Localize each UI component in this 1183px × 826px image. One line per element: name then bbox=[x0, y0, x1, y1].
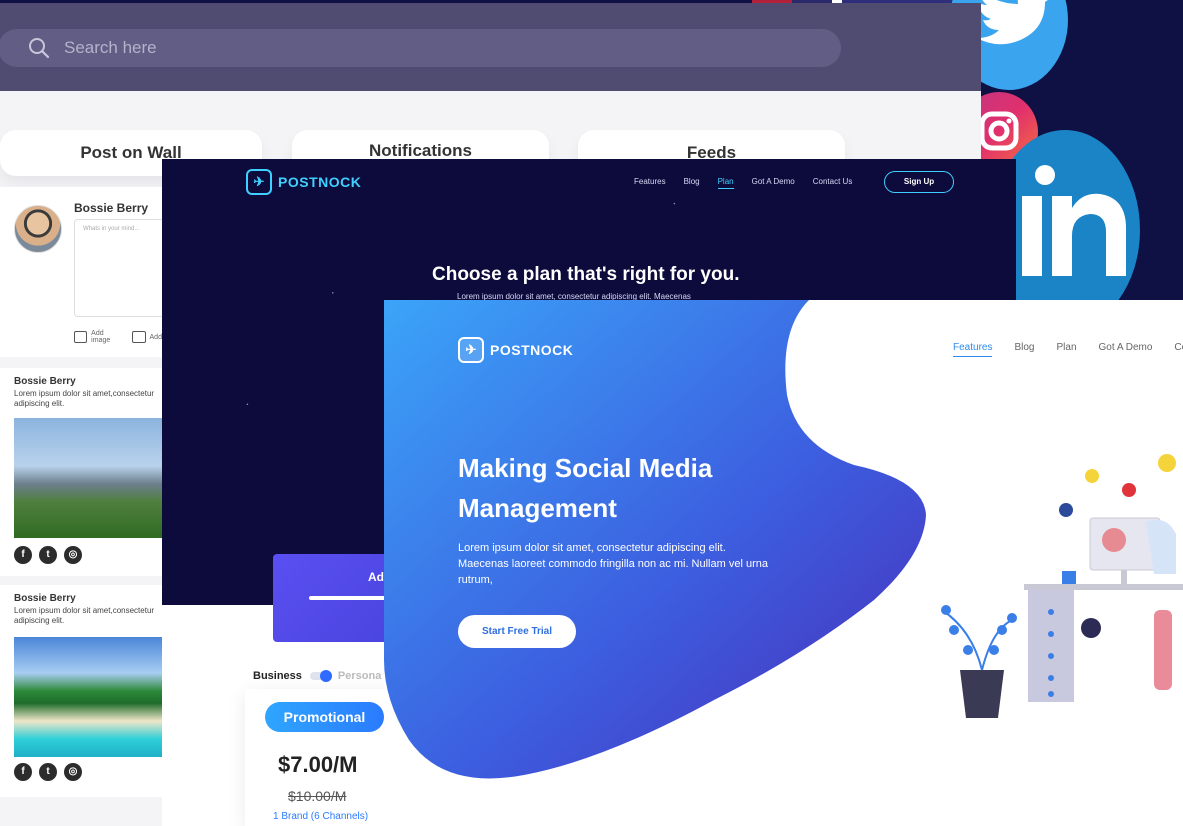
avatar bbox=[14, 205, 62, 253]
post-textarea-placeholder: Whats in your mind... bbox=[83, 226, 140, 232]
image-icon bbox=[74, 331, 88, 343]
emoji-icon bbox=[1158, 454, 1176, 472]
compose-post: Bossie Berry Whats in your mind... Add i… bbox=[0, 187, 169, 357]
nav-blog[interactable]: Blog bbox=[1014, 342, 1034, 357]
search-input[interactable]: Search here bbox=[64, 38, 157, 58]
post-photo bbox=[14, 637, 162, 757]
sign-up-button[interactable]: Sign Up bbox=[884, 171, 954, 193]
hero-title: Making Social Media Management bbox=[458, 453, 713, 523]
billing-toggle: Business Persona bbox=[253, 670, 381, 682]
share-icons: f t ◎ bbox=[14, 546, 82, 564]
messenger-icon bbox=[1059, 503, 1073, 517]
add-video-label: Add bbox=[149, 333, 162, 341]
post-photo bbox=[14, 418, 162, 538]
plan-price: $7.00/M bbox=[278, 752, 358, 777]
desk-illustration bbox=[941, 454, 1183, 718]
landing-page: ✈ POSTNOCK Features Blog Plan Got A Demo… bbox=[384, 300, 1183, 826]
nav-features[interactable]: Features bbox=[634, 177, 666, 189]
post-text: Lorem ipsum dolor sit amet,consectetur a… bbox=[14, 389, 155, 408]
toggle-personal[interactable]: Persona bbox=[338, 670, 381, 682]
nav-plan[interactable]: Plan bbox=[717, 177, 734, 189]
postnock-logo[interactable]: ✈ POSTNOCK bbox=[458, 337, 573, 363]
messenger-icon bbox=[1081, 618, 1101, 638]
plan-badge: Promotional bbox=[265, 702, 384, 732]
twitter-icon[interactable]: t bbox=[39, 763, 57, 781]
list-item: Bossie Berry Lorem ipsum dolor sit amet,… bbox=[0, 585, 162, 797]
logo-text: POSTNOCK bbox=[278, 174, 362, 190]
search-bar[interactable]: Search here bbox=[0, 29, 841, 67]
nav-contact[interactable]: Contact Us bbox=[813, 177, 853, 189]
logo-icon: ✈ bbox=[458, 337, 484, 363]
pricing-nav: Features Blog Plan Got A Demo Contact Us bbox=[634, 177, 870, 189]
plan-old-price: $10.00/M bbox=[288, 788, 347, 804]
logo-text: POSTNOCK bbox=[490, 342, 574, 358]
nav-blog[interactable]: Blog bbox=[684, 177, 700, 189]
facebook-icon[interactable]: f bbox=[14, 763, 32, 781]
hero-nav: Features Blog Plan Got A Demo Co bbox=[953, 342, 1183, 357]
video-icon bbox=[132, 331, 146, 343]
nav-features[interactable]: Features bbox=[953, 342, 993, 357]
post-text: Lorem ipsum dolor sit amet,consectetur a… bbox=[14, 606, 155, 625]
add-image-label: Add image bbox=[91, 330, 111, 344]
toggle-business[interactable]: Business bbox=[253, 670, 302, 682]
facebook-icon[interactable]: f bbox=[14, 546, 32, 564]
toggle-switch[interactable] bbox=[309, 670, 332, 682]
post-textarea[interactable]: Whats in your mind... bbox=[74, 219, 169, 317]
add-card-label: Ad bbox=[368, 570, 384, 584]
nav-demo[interactable]: Got A Demo bbox=[752, 177, 795, 189]
postnock-logo[interactable]: ✈ POSTNOCK bbox=[246, 169, 361, 195]
nav-plan[interactable]: Plan bbox=[1056, 342, 1076, 357]
instagram-icon[interactable]: ◎ bbox=[64, 763, 82, 781]
pricing-headline: Choose a plan that's right for you. bbox=[432, 264, 740, 285]
plan-card: Promotional $7.00/M $10.00/M 1 Brand (6 … bbox=[245, 689, 405, 826]
add-image-button[interactable]: Add image Add bbox=[74, 330, 162, 344]
instagram-icon[interactable]: ◎ bbox=[64, 546, 82, 564]
wall-header: Search here bbox=[0, 3, 981, 91]
nav-demo[interactable]: Got A Demo bbox=[1099, 342, 1153, 357]
hero-body: Lorem ipsum dolor sit amet, consectetur … bbox=[458, 542, 768, 586]
share-icons: f t ◎ bbox=[14, 763, 82, 781]
compose-user-name: Bossie Berry bbox=[74, 201, 149, 215]
logo-icon: ✈ bbox=[246, 169, 272, 195]
nav-contact[interactable]: Co bbox=[1174, 342, 1183, 357]
post-author: Bossie Berry bbox=[14, 376, 76, 387]
plan-brand: 1 Brand (6 Channels) bbox=[273, 811, 369, 822]
heart-icon bbox=[1122, 483, 1136, 497]
search-icon bbox=[29, 38, 50, 59]
emoji-icon bbox=[1085, 469, 1099, 483]
twitter-icon[interactable]: t bbox=[39, 546, 57, 564]
start-free-trial-button[interactable]: Start Free Trial bbox=[458, 615, 576, 648]
list-item: Bossie Berry Lorem ipsum dolor sit amet,… bbox=[0, 368, 162, 576]
post-author: Bossie Berry bbox=[14, 593, 76, 604]
